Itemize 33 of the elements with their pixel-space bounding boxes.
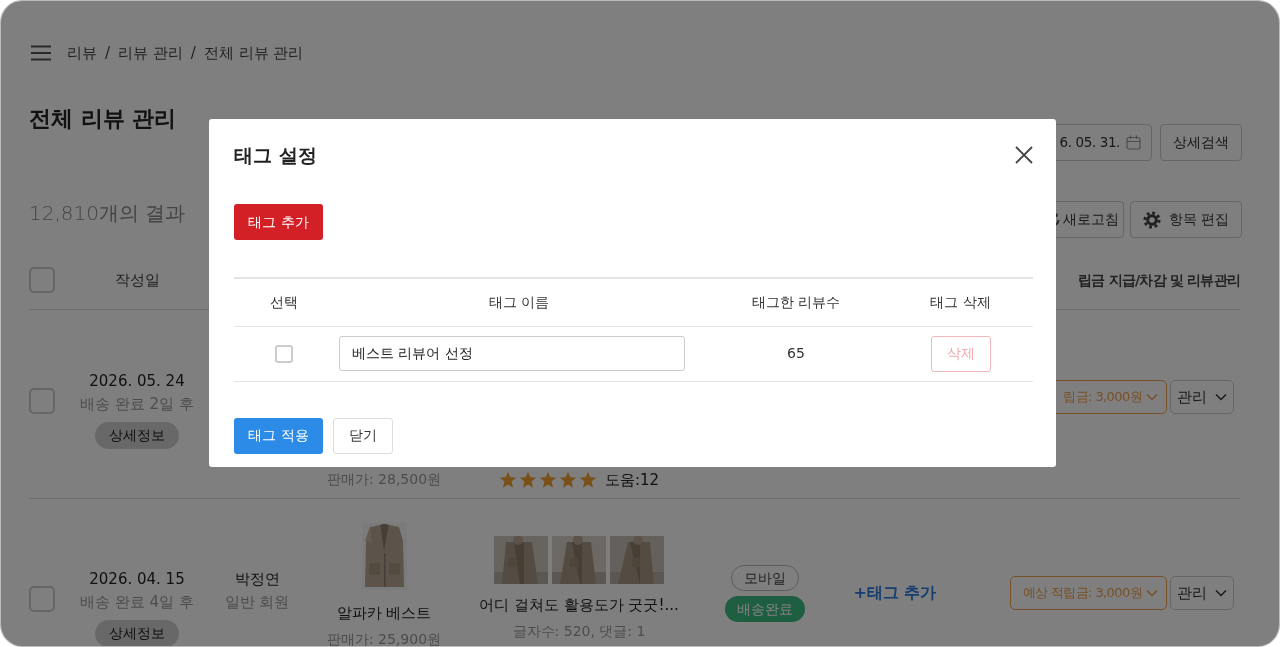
- review-count: 65: [787, 345, 805, 361]
- detail-button[interactable]: 상세정보: [95, 620, 179, 646]
- apply-tag-button[interactable]: 태그 적용: [234, 417, 323, 454]
- add-tag-link[interactable]: +태그 추가: [853, 583, 937, 603]
- settings-button[interactable]: 항목 편집: [1129, 201, 1242, 238]
- column-header: 립금 지급/차감 및 리뷰관리: [1078, 272, 1240, 288]
- column-header: 작성일: [114, 269, 160, 291]
- manage-dropdown[interactable]: 관리: [1170, 380, 1234, 414]
- column-header: 태그 삭제: [930, 293, 991, 310]
- modal-title: 태그 설정: [234, 143, 317, 168]
- column-header: 선택: [270, 293, 298, 310]
- product-name: 알파카 베스트: [336, 603, 432, 624]
- column-header: 태그 이름: [488, 293, 550, 310]
- date-text: 2026. 05. 24: [89, 371, 185, 392]
- close-button[interactable]: 닫기: [333, 417, 393, 454]
- tag-name-input[interactable]: 베스트 리뷰어 선정: [339, 336, 685, 371]
- manage-dropdown[interactable]: 관리: [1170, 576, 1234, 610]
- review-text: 어디 걸쳐도 활용도가 굿굿!...: [479, 595, 679, 616]
- detail-search-button[interactable]: 상세검색: [1160, 124, 1242, 161]
- add-tag-button[interactable]: 태그 추가: [234, 204, 323, 240]
- result-count: 12,810개의 결과: [29, 201, 186, 225]
- breadcrumb-separator: /: [105, 42, 111, 64]
- breadcrumb-link[interactable]: 리뷰: [67, 41, 97, 65]
- breadcrumb-separator: /: [190, 42, 196, 64]
- column-header: 태그한 리뷰수: [751, 293, 841, 310]
- page-title: 전체 리뷰 관리: [29, 105, 177, 133]
- status-tag: 배송완료: [725, 596, 805, 622]
- breadcrumb-link[interactable]: 전체 리뷰 관리: [203, 41, 304, 65]
- date-text: 2026. 04. 15: [89, 569, 185, 590]
- breadcrumb-link[interactable]: 리뷰 관리: [118, 41, 183, 65]
- author-name: 박정연: [234, 569, 280, 590]
- helpful-count: 도움:12: [604, 470, 660, 491]
- detail-button[interactable]: 상세정보: [95, 422, 179, 449]
